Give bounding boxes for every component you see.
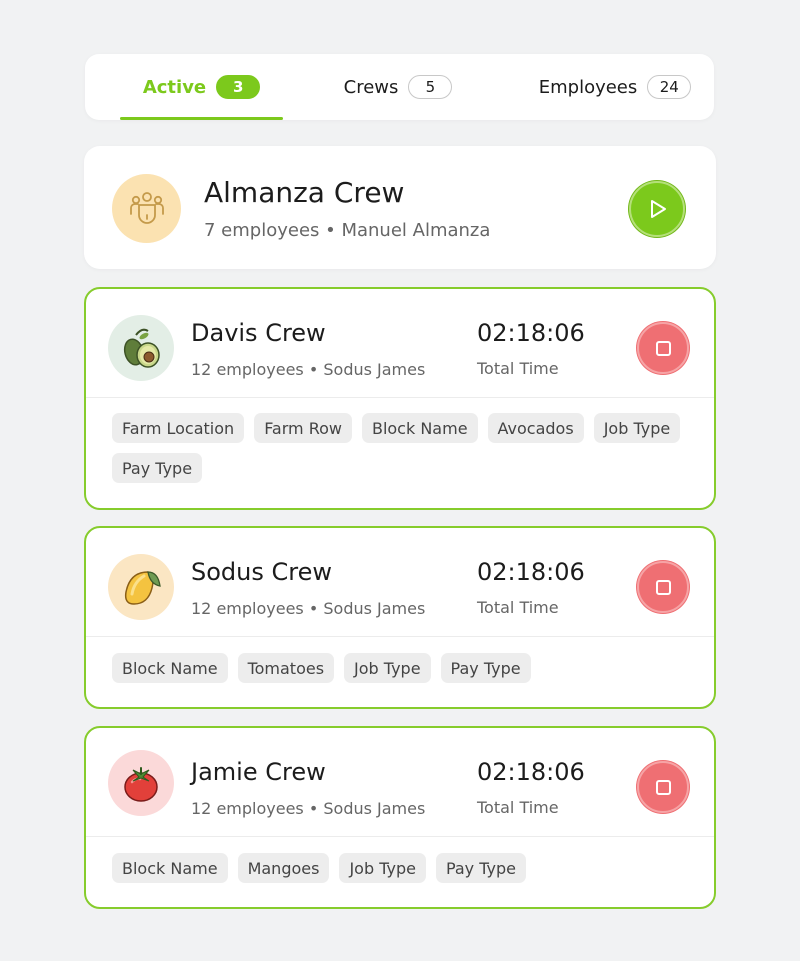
stop-crew-button[interactable] <box>637 322 689 374</box>
crew-name: Jamie Crew <box>191 758 326 786</box>
start-crew-button[interactable] <box>629 181 685 237</box>
stop-icon <box>655 779 671 795</box>
mango-icon <box>108 554 174 620</box>
play-icon <box>651 200 666 218</box>
crew-meta: 12 employees • Sodus James <box>191 599 426 618</box>
tab-active-underline <box>120 117 283 120</box>
crew-name: Almanza Crew <box>204 176 405 209</box>
crew-card-davis[interactable]: Davis Crew 12 employees • Sodus James 02… <box>84 287 716 510</box>
tag: Job Type <box>344 653 431 683</box>
timer-label: Total Time <box>477 359 559 378</box>
tab-active-count: 3 <box>216 75 261 99</box>
tag: Pay Type <box>112 453 203 483</box>
tab-active[interactable]: Active 3 <box>120 54 283 120</box>
tag: Job Type <box>593 413 681 443</box>
crew-meta: 7 employees • Manuel Almanza <box>204 220 491 241</box>
crew-meta: 12 employees • Sodus James <box>191 799 426 818</box>
tab-employees-count: 24 <box>647 75 692 99</box>
timer-label: Total Time <box>477 598 559 617</box>
stop-icon <box>655 340 671 356</box>
tag: Job Type <box>339 853 426 883</box>
crew-group-icon <box>112 174 181 243</box>
tab-employees[interactable]: Employees 24 <box>530 54 700 120</box>
tag: Farm Row <box>254 413 352 443</box>
avocado-icon <box>108 315 174 381</box>
stop-crew-button[interactable] <box>637 561 689 613</box>
tab-crews[interactable]: Crews 5 <box>333 54 463 120</box>
card-divider <box>86 836 714 837</box>
card-divider <box>86 397 714 398</box>
tab-crews-label: Crews <box>343 76 399 98</box>
tomato-icon <box>108 750 174 816</box>
crew-name: Davis Crew <box>191 319 326 347</box>
tag-list: Farm Location Farm Row Block Name Avocad… <box>112 413 688 483</box>
crew-name: Sodus Crew <box>191 558 332 586</box>
crew-card-sodus[interactable]: Sodus Crew 12 employees • Sodus James 02… <box>84 526 716 709</box>
stop-icon <box>655 579 671 595</box>
tag-list: Block Name Tomatoes Job Type Pay Type <box>112 653 688 683</box>
crew-meta: 12 employees • Sodus James <box>191 360 426 379</box>
tag: Block Name <box>112 853 228 883</box>
tag: Tomatoes <box>237 653 335 683</box>
tag: Farm Location <box>112 413 245 443</box>
tab-active-label: Active <box>142 76 207 98</box>
crew-timer: 02:18:06 <box>477 758 585 786</box>
tag: Avocados <box>487 413 584 443</box>
tab-employees-label: Employees <box>538 76 638 98</box>
tag: Pay Type <box>440 653 531 683</box>
tag: Pay Type <box>435 853 526 883</box>
stop-crew-button[interactable] <box>637 761 689 813</box>
timer-label: Total Time <box>477 798 559 817</box>
crew-timer: 02:18:06 <box>477 319 585 347</box>
tag: Mangoes <box>237 853 330 883</box>
tab-crews-count: 5 <box>408 75 453 99</box>
crew-timer: 02:18:06 <box>477 558 585 586</box>
tag-list: Block Name Mangoes Job Type Pay Type <box>112 853 688 883</box>
tag: Block Name <box>361 413 478 443</box>
tag: Block Name <box>112 653 228 683</box>
card-divider <box>86 636 714 637</box>
tab-bar: Active 3 Crews 5 Employees 24 <box>85 54 714 120</box>
crew-card-jamie[interactable]: Jamie Crew 12 employees • Sodus James 02… <box>84 726 716 909</box>
crew-card-almanza[interactable]: Almanza Crew 7 employees • Manuel Almanz… <box>84 146 716 269</box>
